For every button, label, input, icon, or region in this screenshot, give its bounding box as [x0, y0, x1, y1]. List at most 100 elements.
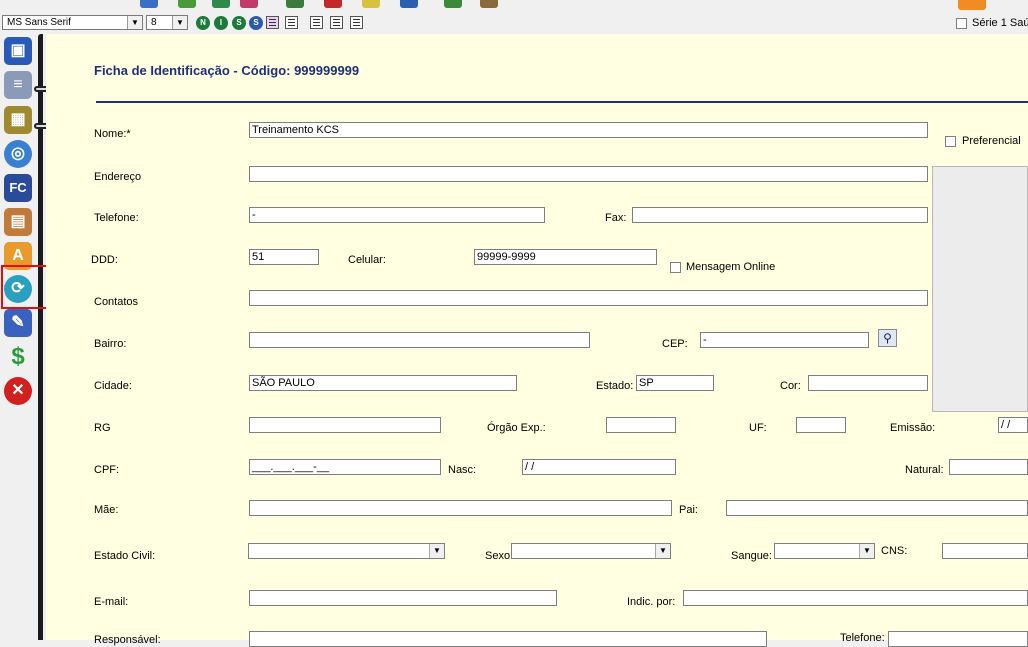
mensagem-online-label: Mensagem Online [686, 261, 776, 273]
fc-icon[interactable]: FC [4, 174, 32, 202]
search-tool-icon[interactable] [480, 0, 498, 8]
emissao-label: Emissão: [890, 422, 936, 434]
sexo-label: Sexo [485, 550, 511, 562]
page-title: Ficha de Identificação - Código: 9999999… [94, 63, 360, 78]
sexo-select[interactable]: ▼ [511, 543, 671, 559]
contatos-label: Contatos [94, 296, 139, 308]
chart-icon[interactable] [444, 0, 462, 8]
orgao-exp-field[interactable] [606, 417, 676, 433]
bold-icon[interactable]: N [196, 16, 210, 30]
align-right-icon[interactable] [350, 16, 363, 29]
close-icon[interactable]: ✕ [4, 377, 32, 405]
uf-field[interactable] [796, 417, 846, 433]
highlight-box [1, 265, 49, 309]
color-palette-icon[interactable] [266, 16, 279, 29]
photo-box[interactable] [932, 166, 1028, 412]
bairro-label: Bairro: [94, 338, 127, 350]
preferencial-checkbox[interactable] [945, 136, 956, 147]
font-size-value: 8 [151, 17, 157, 28]
title-divider [96, 101, 1028, 103]
search-icon[interactable]: ⚲ [878, 329, 897, 347]
emissao-field[interactable]: / / [998, 417, 1028, 433]
book-green-icon[interactable] [212, 0, 230, 8]
chevron-down-icon[interactable]: ▼ [859, 544, 874, 558]
pai-label: Pai: [679, 504, 698, 516]
endereco-label: Endereço [94, 171, 142, 183]
serie-checkbox[interactable] [956, 18, 967, 29]
estado-label: Estado: [596, 380, 634, 392]
rss-icon[interactable] [958, 0, 986, 10]
font-name-select[interactable]: MS Sans Serif ▼ [2, 15, 143, 30]
documents-icon[interactable]: ≡ [4, 71, 32, 99]
nome-label: Nome:* [94, 128, 131, 140]
responsavel-label: Responsável: [94, 634, 161, 646]
ruler-pencil-icon[interactable]: ✎ [4, 309, 32, 337]
film-icon[interactable]: ▦ [4, 106, 32, 134]
nome-field[interactable]: Treinamento KCS [249, 122, 928, 138]
cpf-field[interactable]: ___.___.___-__ [249, 459, 441, 475]
chevron-down-icon[interactable]: ▼ [127, 16, 142, 29]
email-field[interactable] [249, 590, 557, 606]
celular-field[interactable]: 99999-9999 [474, 249, 657, 265]
contatos-field[interactable] [249, 290, 928, 306]
font-size-select[interactable]: 8 ▼ [146, 15, 188, 30]
ddd-field[interactable]: 51 [249, 249, 319, 265]
estado-civil-select[interactable]: ▼ [248, 543, 445, 559]
cor-field[interactable] [808, 375, 928, 391]
align-center-icon[interactable] [330, 16, 343, 29]
chevron-down-icon[interactable]: ▼ [655, 544, 670, 558]
estado-field[interactable]: SP [636, 375, 714, 391]
natural-field[interactable] [949, 459, 1028, 475]
rg-label: RG [94, 422, 111, 434]
chevron-down-icon[interactable]: ▼ [172, 16, 187, 29]
mae-label: Mãe: [94, 504, 119, 516]
tool-red-icon[interactable] [324, 0, 342, 8]
tool-icon[interactable] [286, 0, 304, 8]
book-icon[interactable] [178, 0, 196, 8]
cidade-field[interactable]: SÃO PAULO [249, 375, 517, 391]
cor-label: Cor: [780, 380, 801, 392]
estado-civil-label: Estado Civil: [94, 550, 156, 562]
dollar-icon[interactable]: $ [4, 343, 32, 371]
cns-label: CNS: [881, 545, 908, 557]
fax-field[interactable] [632, 207, 928, 223]
bairro-field[interactable] [249, 332, 590, 348]
responsavel-field[interactable] [249, 631, 767, 647]
orgao-exp-label: Órgão Exp.: [487, 422, 546, 434]
italic-icon[interactable]: I [214, 16, 228, 30]
cidade-label: Cidade: [94, 380, 132, 392]
telefone2-label: Telefone: [840, 632, 885, 644]
telefone-field[interactable]: - [249, 207, 545, 223]
chevron-down-icon[interactable]: ▼ [429, 544, 444, 558]
nasc-label: Nasc: [448, 464, 477, 476]
tool-yellow-icon[interactable] [362, 0, 380, 8]
cpf-label: CPF: [94, 464, 120, 476]
list-icon[interactable] [285, 16, 298, 29]
globe-icon[interactable] [400, 0, 418, 8]
book-pink-icon[interactable] [240, 0, 258, 8]
indic-por-field[interactable] [683, 590, 1028, 606]
rg-field[interactable] [249, 417, 441, 433]
telefone2-field[interactable] [888, 631, 1028, 647]
cep-field[interactable]: - [700, 332, 869, 348]
email-label: E-mail: [94, 596, 129, 608]
cns-field[interactable] [942, 543, 1028, 559]
save-icon[interactable]: ▣ [4, 37, 32, 65]
sangue-label: Sangue: [731, 550, 772, 562]
sangue-select[interactable]: ▼ [774, 543, 875, 559]
endereco-field[interactable] [249, 166, 928, 182]
underline-icon[interactable]: S [249, 16, 263, 30]
books-icon[interactable]: ▤ [4, 208, 32, 236]
fax-label: Fax: [605, 212, 627, 224]
mensagem-online-checkbox[interactable] [670, 262, 681, 273]
save-icon[interactable] [140, 0, 158, 8]
cep-label: CEP: [662, 338, 688, 350]
strike-icon[interactable]: S [232, 16, 246, 30]
pai-field[interactable] [726, 500, 1028, 516]
nasc-field[interactable]: / / [522, 459, 676, 475]
telefone-label: Telefone: [94, 212, 139, 224]
align-left-icon[interactable] [310, 16, 323, 29]
uf-label: UF: [749, 422, 767, 434]
mae-field[interactable] [249, 500, 672, 516]
disc-icon[interactable]: ◎ [4, 140, 32, 168]
